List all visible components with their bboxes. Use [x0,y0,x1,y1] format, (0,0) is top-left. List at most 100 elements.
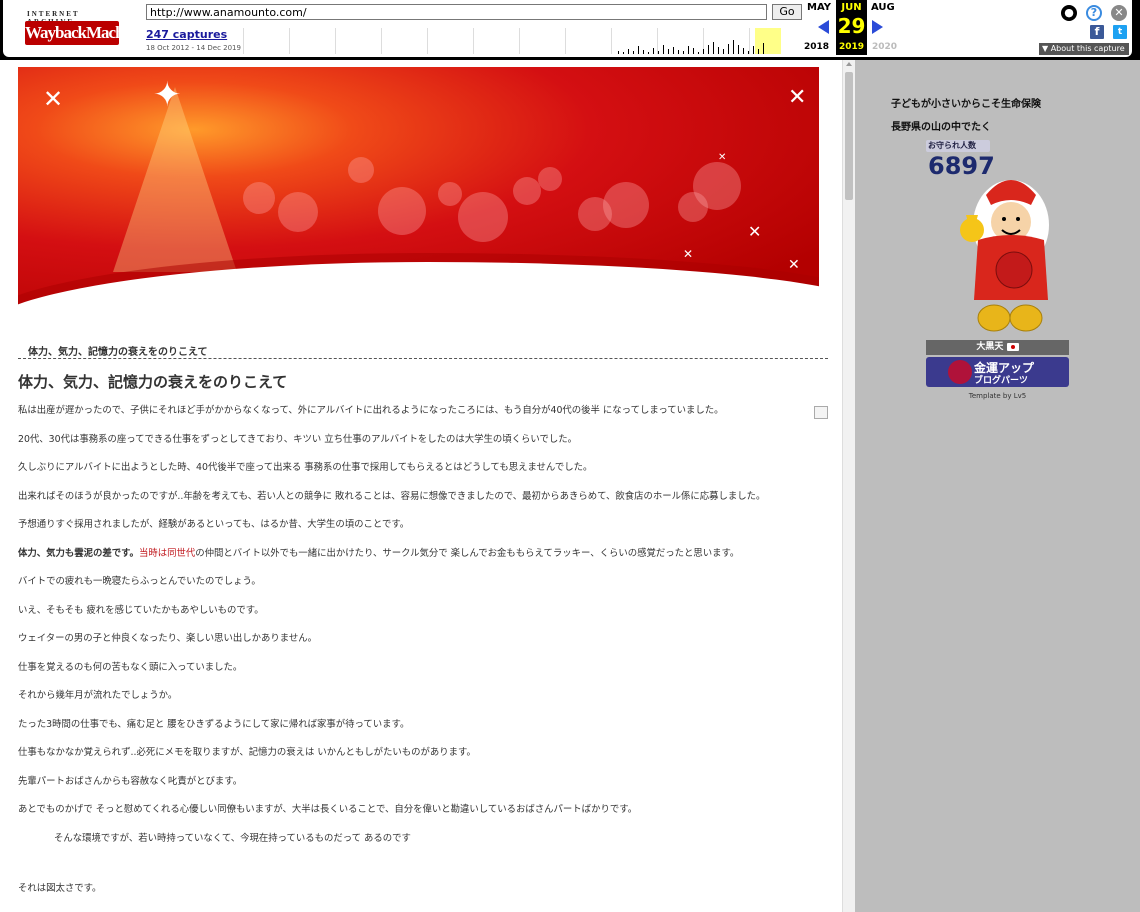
sparkline-bar [733,40,734,54]
protected-count-label: お守られ人数 [926,140,990,152]
paragraph: 予想通りすぐ採用されましたが、経験があるといっても、はるか昔、大学生の頃のことで… [18,519,410,530]
sparkline-year-divider [289,28,290,54]
sparkline-year-divider [473,28,474,54]
paragraph: それから幾年月が流れたでしょうか。 [18,690,178,701]
next-month-label[interactable]: AUG [871,2,895,13]
sparkline-bar [723,49,724,54]
url-input[interactable] [146,4,767,20]
sparkline-bar [708,45,709,54]
article-body: 私は出産が遅かったので、子供にそれほど手がかからなくなって、外にアルバイトに出れ… [18,404,828,911]
about-capture-button[interactable]: ▼ About this capture [1039,43,1129,55]
sparkline-bar [668,49,669,54]
sparkline-year-divider [749,28,750,54]
sparkline-bar [648,52,649,54]
user-icon[interactable]: ● [1061,5,1077,21]
paragraph: 体力、気力も雲泥の差です。当時は同世代の仲間とバイト以外でも一緒に出かけたり、サ… [18,547,828,562]
help-icon[interactable]: ? [1086,5,1102,21]
wayback-toolbar-panel: INTERNET ARCHIVE WaybackMachine Go 247 c… [3,0,1132,57]
close-icon[interactable]: ✕ [1111,5,1127,21]
button-subtitle: ブログパーツ [974,376,1028,386]
sparkle-icon: ✕ [788,257,800,273]
bokeh-bubble [438,182,462,206]
sparkline-bar [753,46,754,54]
paragraph: 私は出産が遅かったので、子供にそれほど手がかからなくなって、外にアルバイトに出れ… [18,405,724,416]
sparkline-bar [693,48,694,54]
daikoku-figure-icon [960,180,1049,332]
sparkline-year-divider [381,28,382,54]
sidebar-link-life-insurance[interactable]: 子どもが小さいからこそ生命保険 [891,95,1041,110]
breadcrumb-divider [18,358,828,359]
sparkline-year-divider [611,28,612,54]
paragraph: たった3時間の仕事でも、痛む足と 腰をひきずるようにして家に帰れば家事が待ってい… [18,718,410,730]
widget-title-bar: 大黒天 [926,340,1069,355]
wayback-logo[interactable]: INTERNET ARCHIVE WaybackMachine [23,8,143,48]
bokeh-bubble [378,187,426,235]
next-capture-arrow-icon[interactable] [872,20,883,34]
sparkline-bar [763,43,764,54]
sparkline-bar [678,50,679,54]
paragraph: バイトでの疲れも一晩寝たらふっとんでいたのでしょう。 [18,576,261,587]
sparkline-bar [688,46,689,54]
facebook-icon[interactable]: f [1090,25,1104,39]
bokeh-bubble [348,157,374,183]
current-year-label: 2019 [838,42,865,52]
current-capture-calendar: JUN 29 2019 [836,0,867,55]
sparkline-bar [643,50,644,54]
japan-flag-icon [1006,342,1019,351]
christmas-header-banner: ✕ ✦ ✕ ✕ ✕ ✕ ✕ ✕ [18,67,819,317]
sparkline-bar [638,46,639,54]
sparkline-bar [658,51,659,54]
captures-link[interactable]: 247 captures [146,28,227,41]
template-credit[interactable]: Template by Lv5 [926,392,1069,400]
sparkline-bar [633,51,634,54]
sparkle-icon: ✕ [683,247,694,261]
capture-date-range: 18 Oct 2012 - 14 Dec 2019 [146,44,241,52]
sparkline-bar [663,45,664,54]
sparkle-icon: ✕ [788,85,807,110]
kinun-up-button[interactable]: 金運アップ ブログパーツ [926,357,1069,387]
capture-sparkline[interactable] [243,28,803,54]
current-month-label: JUN [841,2,862,13]
sparkline-year-divider [243,28,244,54]
paragraph: あとでものかげで そっと慰めてくれる心優しい同僚もいますが、大半は長くいることで… [18,804,638,815]
bokeh-bubble [458,192,508,242]
paragraph: 久しぶりにアルバイトに出ようとした時、40代後半で座って出来る 事務系の仕事で採… [18,462,593,473]
widget-title: 大黒天 [976,342,1004,352]
sparkline-bar [703,49,704,54]
paragraph: 仕事を覚えるのも何の苦もなく頭に入っていました。 [18,661,243,673]
page-scrollbar[interactable] [842,60,855,912]
prev-year-label[interactable]: 2018 [804,42,829,52]
sparkline-year-divider [565,28,566,54]
daikoku-blog-widget[interactable]: お守られ人数 6897 大黒天 金運アップ ブログパーツ Template by… [926,140,1069,400]
sparkline-bar [683,51,684,54]
next-year-label: 2020 [872,42,898,52]
sparkline-bar [718,47,719,54]
sparkline-bar [748,51,749,54]
bokeh-bubble [513,177,541,205]
emphasis-text: 体力、気力も雲泥の差です。 [18,547,139,559]
sidebar-link-nagano[interactable]: 長野県の山の中でたく [891,118,991,133]
prev-capture-arrow-icon[interactable] [818,20,829,34]
logo-main-text: WaybackMachine [25,21,143,45]
twitter-icon[interactable]: t [1113,25,1127,39]
bokeh-bubble [278,192,318,232]
paragraph: 出来ればそのほうが良かったのですが..年齢を考えても、若い人との競争に 敗れるこ… [18,490,766,502]
breadcrumb[interactable]: 体力、気力、記憶力の衰えをのりこえて [28,343,208,358]
paragraph: それは図太さです。 [18,883,102,894]
sparkline-bar [738,45,739,54]
paragraph: 20代、30代は事務系の座ってできる仕事をずっとしてきており、キツい 立ち仕事の… [18,433,577,445]
scrollbar-thumb[interactable] [845,72,853,200]
scroll-up-arrow-icon[interactable] [846,62,852,66]
lucky-seal-icon [948,360,972,384]
paragraph-text: の仲間とバイト以外でも一緒に出かけたり、サークル気分で 楽しんでお金ももらえてラ… [195,547,740,559]
wayback-toolbar: INTERNET ARCHIVE WaybackMachine Go 247 c… [0,0,1140,60]
sparkline-bar [743,48,744,54]
paragraph: 先輩パートおばさんからも容赦なく叱責がとびます。 [18,775,243,787]
prev-month-label[interactable]: MAY [807,2,831,13]
sparkle-icon: ✕ [718,152,727,163]
go-button[interactable]: Go [772,4,802,20]
article-title: 体力、気力、記憶力の衰えをのりこえて [18,373,288,391]
sparkline-year-divider [335,28,336,54]
sparkline-bar [713,42,714,54]
sparkline-bar [653,48,654,54]
